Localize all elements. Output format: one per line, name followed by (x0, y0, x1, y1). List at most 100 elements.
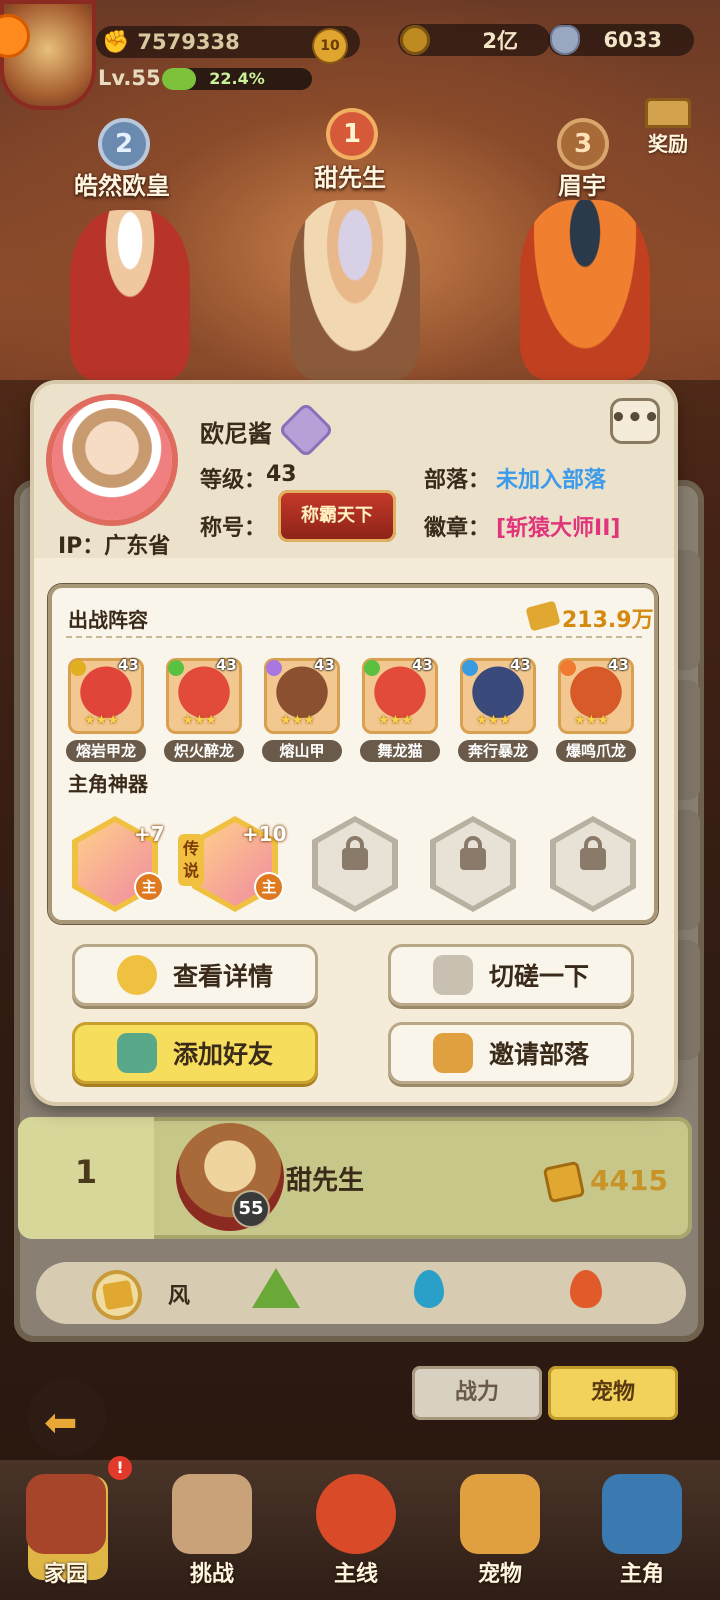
artifact-slot-3-locked[interactable] (312, 816, 398, 912)
lineup-title: 出战阵容 (68, 608, 148, 632)
back-arrow-icon: ⬅ (44, 1400, 78, 1446)
pet-stars: ★★★ (574, 713, 609, 728)
nav-challenge-label: 挑战 (189, 1562, 234, 1587)
xp-percent: 22.4% (209, 69, 265, 88)
wind-icon (101, 1279, 135, 1311)
pet-stars: ★★★ (476, 713, 511, 728)
sort-pet-tab[interactable]: 宠物 (548, 1366, 678, 1420)
rank-2-hero[interactable] (70, 210, 190, 380)
my-power-value: 4415 (590, 1164, 668, 1197)
legend-tag: 传说 (178, 834, 204, 886)
gem-value: 6033 (603, 28, 662, 52)
pet-stars: ★★★ (84, 713, 119, 728)
team-power: 213.9万 (562, 608, 654, 633)
pet-name: 舞龙猫 (360, 740, 440, 762)
tribe-label: 部落： (424, 468, 491, 493)
lock-body (342, 848, 368, 870)
filter-active-label: 风 (168, 1284, 191, 1309)
pet-level: 43 (216, 656, 237, 674)
pet-stars: ★★★ (378, 713, 413, 728)
pet-stars: ★★★ (280, 713, 315, 728)
pet-stars: ★★★ (182, 713, 217, 728)
invite-tribe-label: 邀请部落 (488, 1040, 589, 1069)
coin-bar[interactable]: 2亿 (398, 24, 550, 56)
spar-button[interactable]: 切磋一下 (388, 944, 634, 1006)
my-avatar (176, 1123, 284, 1231)
pet-level: 43 (118, 656, 139, 674)
artifact-plus: +7 (134, 822, 165, 846)
view-details-button[interactable]: 查看详情 (72, 944, 318, 1006)
pet-level: 43 (314, 656, 335, 674)
tribe-hut-icon (432, 1033, 473, 1073)
nav-pet-label: 宠物 (477, 1562, 522, 1587)
artifacts-title: 主角神器 (68, 772, 148, 796)
earth-icon[interactable] (252, 1268, 300, 1308)
nav-hero[interactable]: 主角 (582, 1466, 702, 1596)
pet-element-icon (266, 660, 282, 676)
pet-name: 熔岩甲龙 (66, 740, 146, 762)
power-value: 7579338 (137, 30, 240, 54)
my-level-badge: 55 (234, 1192, 268, 1226)
pet-level: 43 (510, 656, 531, 674)
nav-home[interactable]: 家园 (6, 1466, 126, 1596)
notification-badge: ! (108, 1456, 132, 1480)
player-level: Lv.55 (98, 66, 161, 90)
add-friend-button[interactable]: 添加好友 (72, 1022, 318, 1084)
pet-name: 爆鸣爪龙 (556, 740, 636, 762)
pet-level: 43 (608, 656, 629, 674)
add-friend-icon (116, 1033, 157, 1073)
rank-1-hero[interactable] (290, 200, 420, 380)
nav-main-label: 主线 (333, 1562, 378, 1587)
pet-name: 炽火醉龙 (164, 740, 244, 762)
coin-icon (400, 25, 430, 55)
nav-challenge[interactable]: 挑战 (152, 1466, 272, 1596)
shell-gem-icon (550, 25, 580, 55)
gem-bar[interactable]: 6033 (548, 24, 694, 56)
pet-power-icon (542, 1160, 586, 1204)
rank-3-hero[interactable] (520, 200, 650, 380)
artifact-slot-5-locked[interactable] (550, 816, 636, 912)
lock-body (460, 848, 486, 870)
challenge-icon (172, 1474, 252, 1554)
artifact-plus: +10 (242, 822, 287, 846)
reward-label: 奖励 (648, 132, 688, 156)
pet-element-icon (462, 660, 478, 676)
power-fist-icon: ✊ (102, 29, 130, 55)
pet-level: 43 (412, 656, 433, 674)
vip-badge[interactable]: 10 (314, 30, 346, 62)
xp-bar: 22.4% (162, 68, 312, 90)
reward-button[interactable]: 奖励 (640, 98, 696, 157)
pet-icon (460, 1474, 540, 1554)
main-tag: 主 (256, 874, 282, 900)
water-drop-icon[interactable] (414, 1270, 444, 1308)
more-button[interactable]: ••• (610, 398, 660, 444)
artifact-slot-1[interactable]: +7 主 (72, 816, 165, 912)
fire-icon[interactable] (570, 1270, 602, 1308)
badge-value[interactable]: [斩猿大师II] (496, 510, 620, 542)
title-badge[interactable]: 称霸天下 (278, 490, 396, 542)
main-quest-icon (316, 1474, 396, 1554)
nav-pet[interactable]: 宠物 (440, 1466, 560, 1596)
artifact-slot-4-locked[interactable] (430, 816, 516, 912)
level-value: 43 (266, 462, 297, 487)
badge-label: 徽章： (424, 516, 491, 541)
invite-tribe-button[interactable]: 邀请部落 (388, 1022, 634, 1084)
nav-home-label: 家园 (43, 1562, 88, 1587)
nav-main-quest[interactable]: 主线 (296, 1466, 416, 1596)
crossed-axes-icon (432, 955, 473, 995)
sort-power-tab[interactable]: 战力 (412, 1366, 542, 1420)
artifact-slot-2[interactable]: +10 主 (192, 816, 287, 912)
my-rank-number: 1 (74, 1153, 98, 1191)
view-details-label: 查看详情 (172, 962, 273, 991)
home-icon (26, 1474, 106, 1554)
title-label: 称号： (200, 516, 267, 541)
rank-2-medal: 2 (102, 122, 146, 166)
profile-ip: IP：广东省 (58, 534, 171, 559)
rank-3-name: 眉宇 (558, 172, 606, 200)
hero-icon (602, 1474, 682, 1554)
pet-name: 奔行暴龙 (458, 740, 538, 762)
pet-name: 熔山甲 (262, 740, 342, 762)
coin-value: 2亿 (482, 29, 518, 53)
rank-2-name: 皓然欧皇 (74, 172, 170, 200)
nav-hero-label: 主角 (619, 1562, 664, 1587)
